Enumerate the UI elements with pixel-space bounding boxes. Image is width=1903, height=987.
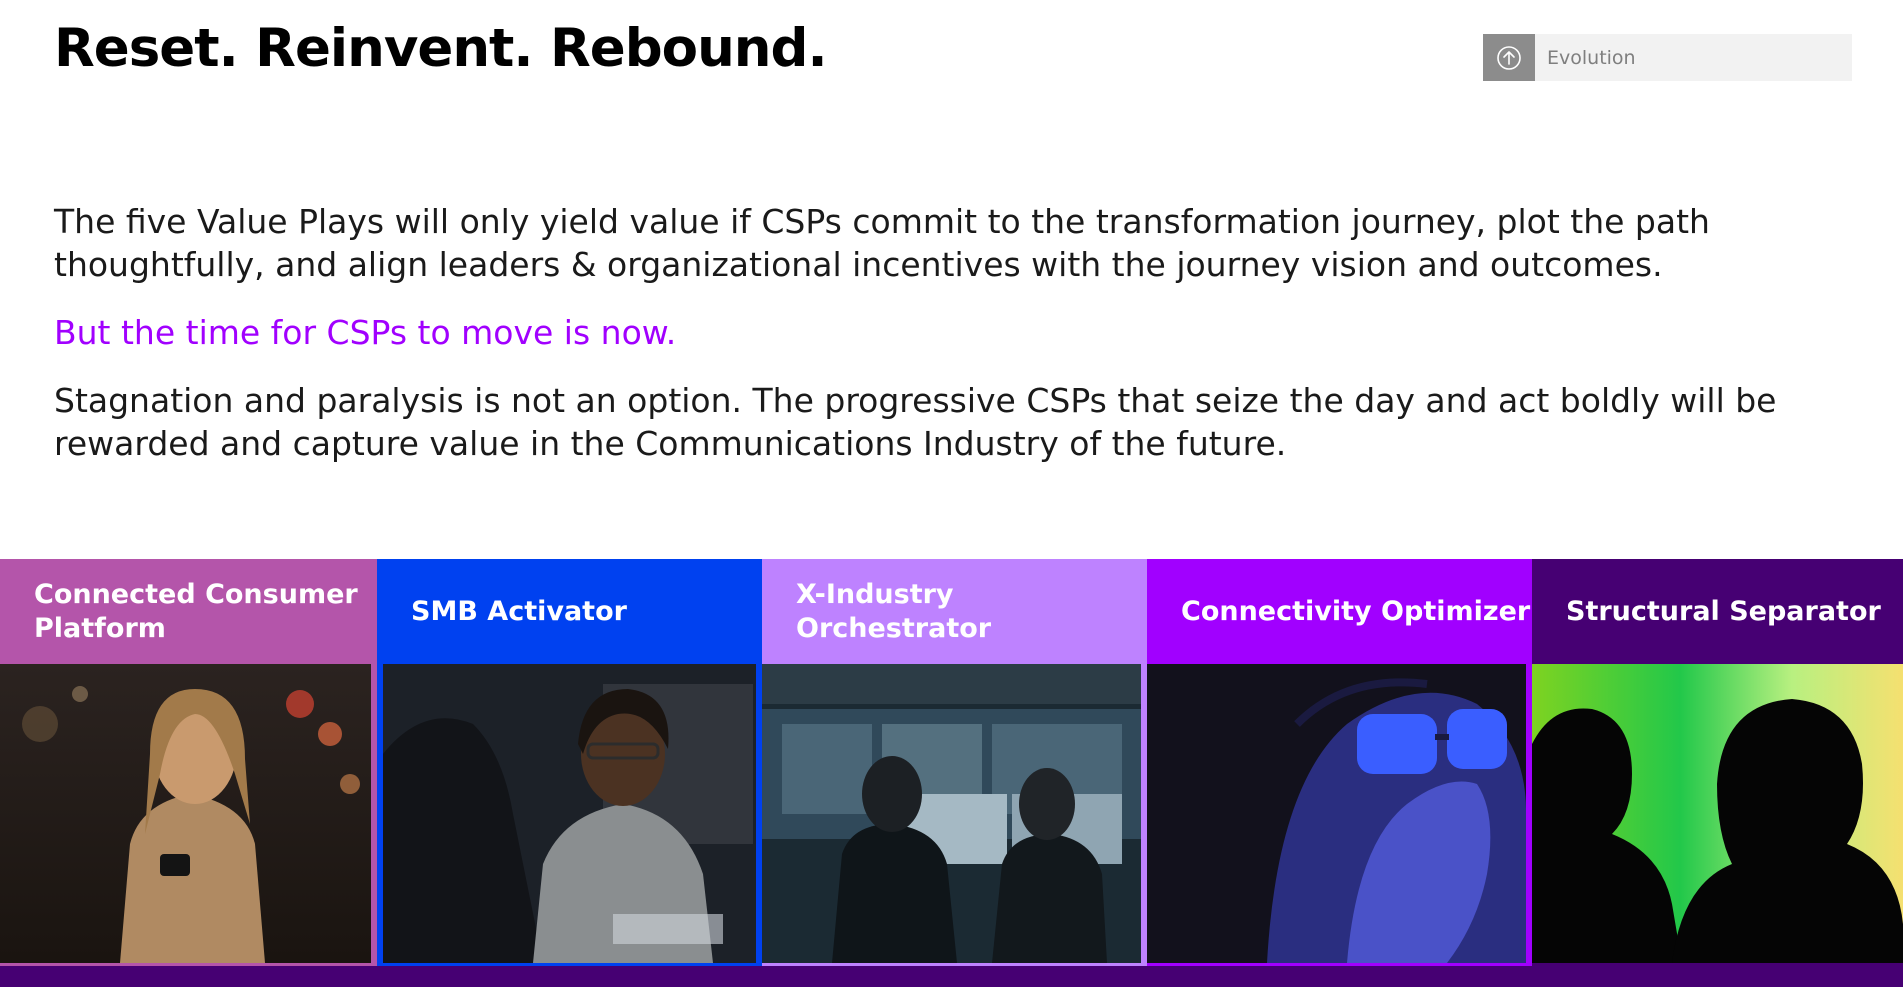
value-play-title: Connected Consumer Platform [34, 578, 358, 644]
woman-with-phone-photo [0, 664, 371, 963]
paragraph-commitment: The five Value Plays will only yield val… [54, 202, 1710, 284]
control-room-photo [762, 664, 1141, 963]
value-play-title: SMB Activator [411, 595, 627, 627]
woman-glasses-reflection-photo [1147, 664, 1526, 963]
value-play-title: X-Industry Orchestrator [796, 578, 992, 644]
value-play-card-smb-activator[interactable]: SMB Activator [377, 559, 762, 969]
value-plays: Connected Consumer Platform SMB Activato… [0, 559, 1903, 969]
paragraph-stagnation: Stagnation and paralysis is not an optio… [54, 381, 1777, 463]
silhouettes-photo [1532, 664, 1903, 963]
arrow-up-circle-icon [1483, 34, 1535, 81]
value-play-card-connectivity-optimizer[interactable]: Connectivity Optimizer [1147, 559, 1532, 969]
footer-bar [0, 966, 1903, 987]
value-play-card-structural-separator[interactable]: Structural Separator [1532, 559, 1903, 969]
value-play-card-x-industry-orchestrator[interactable]: X-Industry Orchestrator [762, 559, 1147, 969]
section-tag-evolution[interactable]: Evolution [1483, 34, 1852, 81]
section-tag-label: Evolution [1547, 46, 1636, 69]
value-play-title: Connectivity Optimizer [1181, 595, 1531, 627]
value-play-card-connected-consumer-platform[interactable]: Connected Consumer Platform [0, 559, 377, 969]
value-play-title: Structural Separator [1566, 595, 1881, 627]
paragraph-call-to-action: But the time for CSPs to move is now. [54, 313, 677, 352]
body-text: The five Value Plays will only yield val… [54, 200, 1834, 490]
slide: Reset. Reinvent. Rebound. Evolution The … [0, 0, 1903, 987]
page-title: Reset. Reinvent. Rebound. [54, 18, 828, 79]
business-meeting-photo [383, 664, 756, 963]
